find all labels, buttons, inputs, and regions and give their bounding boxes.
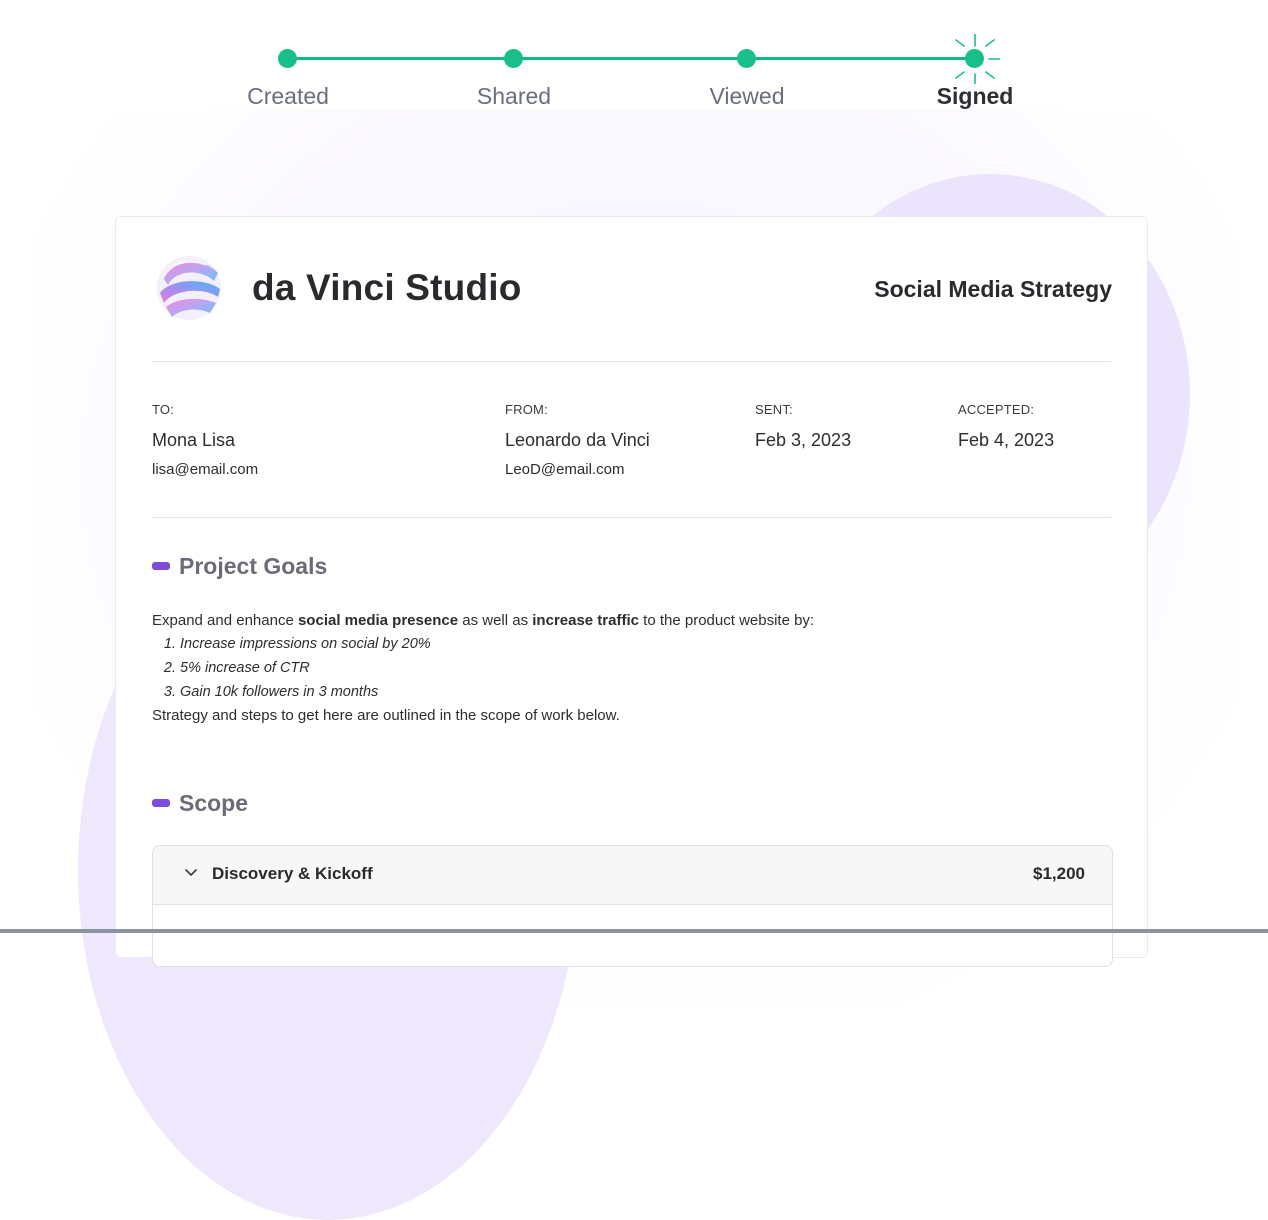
to-label: TO: xyxy=(152,402,175,417)
goals-list: 1. Increase impressions on social by 20% … xyxy=(152,632,431,704)
status-progress-tracker: Created Shared Viewed Signed xyxy=(0,0,1268,130)
step-label-shared: Shared xyxy=(476,83,552,109)
document-title: Social Media Strategy xyxy=(874,276,1112,302)
scope-table: Discovery & Kickoff $1,200 xyxy=(152,845,1113,967)
company-logo xyxy=(157,256,221,320)
accepted-date: Feb 4, 2023 xyxy=(958,430,1055,450)
scope-item-name: Discovery & Kickoff xyxy=(212,864,373,883)
goals-outro: Strategy and steps to get here are outli… xyxy=(152,707,620,724)
progress-line xyxy=(288,57,975,60)
step-label-signed: Signed xyxy=(936,83,1014,109)
step-dot-created xyxy=(278,49,297,68)
to-name: Mona Lisa xyxy=(152,430,236,450)
meta-divider xyxy=(152,517,1111,518)
section-marker xyxy=(152,561,170,570)
step-label-viewed: Viewed xyxy=(709,83,785,109)
header-divider xyxy=(152,361,1111,362)
from-name: Leonardo da Vinci xyxy=(505,430,650,450)
step-dot-viewed xyxy=(737,49,756,68)
to-email: lisa@email.com xyxy=(152,461,259,478)
scope-item-price: $1,200 xyxy=(1033,864,1085,883)
list-item: 2. 5% increase of CTR xyxy=(163,660,310,676)
step-dot-shared xyxy=(504,49,523,68)
company-name: da Vinci Studio xyxy=(252,267,522,308)
list-item: 1. Increase impressions on social by 20% xyxy=(163,636,431,652)
proposal-document: da Vinci Studio Social Media Strategy TO… xyxy=(115,216,1148,967)
goals-intro: Expand and enhance social media presence… xyxy=(152,612,815,629)
step-label-created: Created xyxy=(247,83,329,109)
from-label: FROM: xyxy=(505,402,548,417)
scope-heading: Scope xyxy=(152,790,248,817)
from-email: LeoD@email.com xyxy=(505,461,625,478)
sent-label: SENT: xyxy=(755,402,793,417)
scope-item-discovery[interactable]: Discovery & Kickoff $1,200 xyxy=(153,846,1112,905)
chevron-down-icon[interactable] xyxy=(183,865,199,881)
sent-date: Feb 3, 2023 xyxy=(755,430,852,450)
section-marker xyxy=(152,798,170,807)
bottom-edge xyxy=(0,929,1268,933)
sparkle-rays-icon xyxy=(955,34,1000,84)
accepted-label: ACCEPTED: xyxy=(958,402,1035,417)
list-item: 3. Gain 10k followers in 3 months xyxy=(163,684,379,700)
project-goals-heading: Project Goals xyxy=(152,553,327,580)
